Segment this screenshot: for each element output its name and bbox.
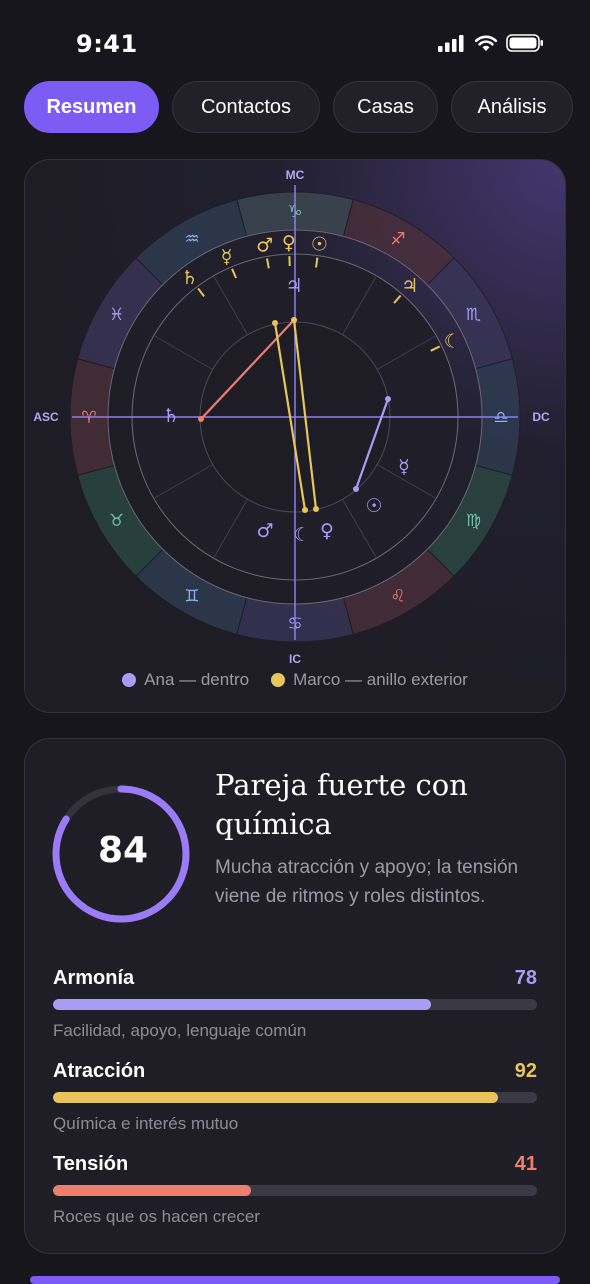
metric-subtitle: Facilidad, apoyo, lenguaje común — [53, 1021, 537, 1041]
outer-planet-glyph: ☉ — [311, 234, 328, 256]
aspect-endpoint — [385, 396, 391, 402]
zodiac-sign-label: ♌ — [390, 586, 405, 606]
outer-planet-glyph: ♃ — [401, 275, 418, 297]
status-icons — [438, 34, 544, 52]
inner-planet-glyph: ☉ — [365, 495, 382, 517]
tab-contactos[interactable]: Contactos — [172, 81, 320, 133]
aspect-endpoint — [313, 506, 319, 512]
metric-bar — [53, 1185, 537, 1196]
metric-bar — [53, 999, 537, 1010]
aspect-endpoint — [272, 320, 278, 326]
metric-atraccion: Atracción 92 Química e interés mutuo — [53, 1060, 537, 1134]
axis-label-mc: MC — [286, 168, 305, 182]
zodiac-sign-label: ♍ — [466, 511, 481, 531]
tab-analisis[interactable]: Análisis — [451, 81, 573, 133]
zodiac-sign-label: ♈ — [81, 408, 96, 428]
metric-bar-fill — [53, 1092, 498, 1103]
axis-label-dc: DC — [532, 410, 550, 424]
status-time: 9:41 — [76, 30, 138, 58]
wifi-icon — [474, 34, 498, 52]
metric-label: Tensión — [53, 1153, 128, 1176]
metric-value: 78 — [515, 967, 537, 990]
metric-value: 41 — [515, 1153, 537, 1176]
cellular-signal-icon — [438, 34, 466, 52]
synastry-wheel: ♑♐♏♎♍♌♋♊♉♈♓♒MCICASCDC♄☿♂♀☉♃☾♃♄☿☉♂☾♀ — [0, 150, 590, 710]
zodiac-sign-label: ♓ — [109, 305, 124, 325]
metric-subtitle: Roces que os hacen crecer — [53, 1207, 537, 1227]
status-bar: 9:41 — [0, 0, 590, 70]
outer-planet-glyph: ☿ — [221, 246, 233, 268]
inner-planet-glyph: ☾ — [293, 524, 310, 546]
outer-planet-glyph: ♂ — [256, 235, 273, 257]
outer-planet-tick — [316, 258, 317, 268]
inner-planet-glyph: ♄ — [162, 405, 179, 427]
verdict-title: Pareja fuerte con química — [215, 766, 545, 844]
tab-casas[interactable]: Casas — [333, 81, 438, 133]
metric-label: Armonía — [53, 967, 134, 990]
aspect-endpoint — [353, 486, 359, 492]
legend-label-ana: Ana — dentro — [144, 670, 249, 690]
outer-planet-glyph: ♀ — [282, 232, 296, 254]
metric-armonia: Armonía 78 Facilidad, apoyo, lenguaje co… — [53, 967, 537, 1041]
inner-planet-glyph: ♂ — [256, 520, 273, 542]
chart-legend: Ana — dentro Marco — anillo exterior — [0, 670, 590, 690]
next-card-edge — [30, 1276, 560, 1284]
tab-bar: Resumen Contactos Casas Análisis — [24, 81, 573, 133]
inner-planet-glyph: ☿ — [398, 456, 410, 478]
zodiac-sign-label: ♎ — [493, 408, 508, 428]
metric-bar-fill — [53, 1185, 251, 1196]
metric-subtitle: Química e interés mutuo — [53, 1114, 537, 1134]
inner-planet-glyph: ♃ — [285, 275, 302, 297]
outer-planet-glyph: ♄ — [181, 267, 198, 289]
metric-bar — [53, 1092, 537, 1103]
zodiac-sign-label: ♐ — [390, 230, 405, 250]
axis-label-asc: ASC — [33, 410, 59, 424]
battery-icon — [506, 34, 544, 52]
axis-label-ic: IC — [289, 652, 301, 666]
metric-value: 92 — [515, 1060, 537, 1083]
verdict-description: Mucha atracción y apoyo; la tensión vien… — [215, 853, 535, 911]
zodiac-sign-label: ♒ — [184, 230, 199, 250]
zodiac-sign-label: ♉ — [109, 511, 124, 531]
legend-dot-marco — [271, 673, 285, 687]
compatibility-score: 84 — [98, 830, 144, 871]
metric-label: Atracción — [53, 1060, 145, 1083]
legend-dot-ana — [122, 673, 136, 687]
tab-resumen[interactable]: Resumen — [24, 81, 159, 133]
metric-bar-fill — [53, 999, 431, 1010]
metric-tension: Tensión 41 Roces que os hacen crecer — [53, 1153, 537, 1227]
aspect-endpoint — [291, 317, 297, 323]
legend-item-marco: Marco — anillo exterior — [271, 670, 468, 690]
legend-item-ana: Ana — dentro — [122, 670, 249, 690]
aspect-endpoint — [302, 507, 308, 513]
zodiac-sign-label: ♏ — [466, 305, 481, 325]
outer-planet-glyph: ☾ — [444, 330, 461, 352]
zodiac-sign-label: ♊ — [184, 586, 199, 606]
aspect-endpoint — [198, 416, 204, 422]
inner-planet-glyph: ♀ — [320, 520, 334, 542]
legend-label-marco: Marco — anillo exterior — [293, 670, 468, 690]
